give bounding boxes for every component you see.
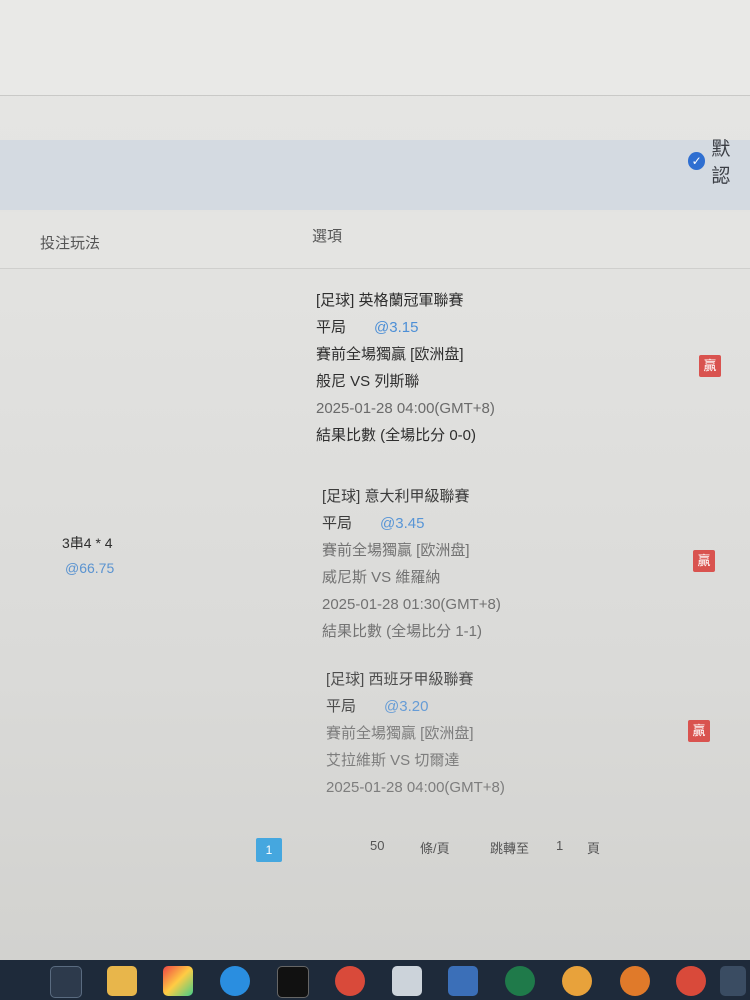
task-view-icon[interactable]	[50, 966, 82, 998]
match-pick: 平局	[322, 515, 353, 532]
match-item: [足球] 英格蘭冠軍聯賽 平局 @3.15 賽前全場獨贏 [欧洲盘] 般尼 VS …	[316, 287, 495, 449]
bet-total-odds: @66.75	[65, 560, 115, 576]
match-odds: @3.45	[380, 515, 425, 532]
chrome-icon-2[interactable]	[676, 966, 706, 996]
header-options: 選項	[312, 228, 343, 245]
app-icon[interactable]	[505, 966, 535, 996]
table-header: 投注玩法 選項	[0, 212, 750, 269]
default-label: 默認	[711, 139, 732, 187]
filter-bar	[0, 140, 750, 210]
network-icon[interactable]	[448, 966, 478, 996]
check-icon: ✓	[688, 152, 706, 170]
match-result: 結果比數 (全場比分 0-0)	[316, 427, 477, 444]
win-badge: 贏	[699, 355, 721, 377]
match-item: [足球] 意大利甲級聯賽 平局 @3.45 賽前全場獨贏 [欧洲盘] 威尼斯 VS…	[322, 483, 501, 645]
top-bar	[0, 0, 750, 96]
file-explorer-icon[interactable]	[107, 966, 137, 996]
match-market: 賽前全場獨贏 [欧洲盘]	[316, 346, 464, 363]
pen-app-icon[interactable]	[620, 966, 650, 996]
edge-icon[interactable]	[220, 966, 250, 996]
match-market: 賽前全場獨贏 [欧洲盘]	[326, 725, 474, 742]
default-checkbox[interactable]: ✓ 默認	[688, 139, 750, 187]
match-time: 2025-01-28 01:30(GMT+8)	[322, 596, 501, 613]
app-icon-extra[interactable]	[720, 966, 746, 996]
match-odds: @3.15	[374, 319, 419, 336]
page-size-select[interactable]: 50	[370, 838, 384, 862]
match-time: 2025-01-28 04:00(GMT+8)	[316, 400, 495, 417]
page-size-unit: 條/頁	[420, 841, 450, 856]
screen: ✓ 默認 投注玩法 選項 3串4 * 4 @66.75 [足球] 英格蘭冠軍聯賽…	[0, 0, 750, 960]
match-teams: 艾拉維斯 VS 切爾達	[326, 752, 460, 769]
jump-page-input[interactable]: 1	[556, 838, 563, 862]
match-market: 賽前全場獨贏 [欧洲盘]	[322, 542, 470, 559]
match-league: [足球] 西班牙甲級聯賽	[326, 671, 474, 688]
match-pick: 平局	[326, 698, 357, 715]
match-league: [足球] 英格蘭冠軍聯賽	[316, 292, 464, 309]
match-pick: 平局	[316, 319, 347, 336]
win-badge: 贏	[688, 720, 710, 742]
win-badge: 贏	[693, 550, 715, 572]
chrome-icon[interactable]	[335, 966, 365, 996]
page-unit: 頁	[587, 841, 601, 856]
calculator-icon[interactable]	[392, 966, 422, 996]
jump-label: 跳轉至	[490, 841, 530, 856]
page-button-current[interactable]: 1	[256, 838, 282, 862]
match-league: [足球] 意大利甲級聯賽	[322, 488, 470, 505]
match-item: [足球] 西班牙甲級聯賽 平局 @3.20 賽前全場獨贏 [欧洲盘] 艾拉維斯 V…	[326, 666, 505, 801]
terminal-icon[interactable]	[277, 966, 309, 998]
lock-app-icon[interactable]	[562, 966, 592, 996]
match-time: 2025-01-28 04:00(GMT+8)	[326, 779, 505, 796]
bet-type: 3串4 * 4	[62, 535, 113, 551]
header-play-type: 投注玩法	[40, 235, 101, 252]
match-result: 結果比數 (全場比分 1-1)	[322, 623, 483, 640]
match-odds: @3.20	[384, 698, 429, 715]
match-teams: 般尼 VS 列斯聯	[316, 373, 420, 390]
match-teams: 威尼斯 VS 維羅納	[322, 569, 441, 586]
copilot-icon[interactable]	[163, 966, 193, 996]
